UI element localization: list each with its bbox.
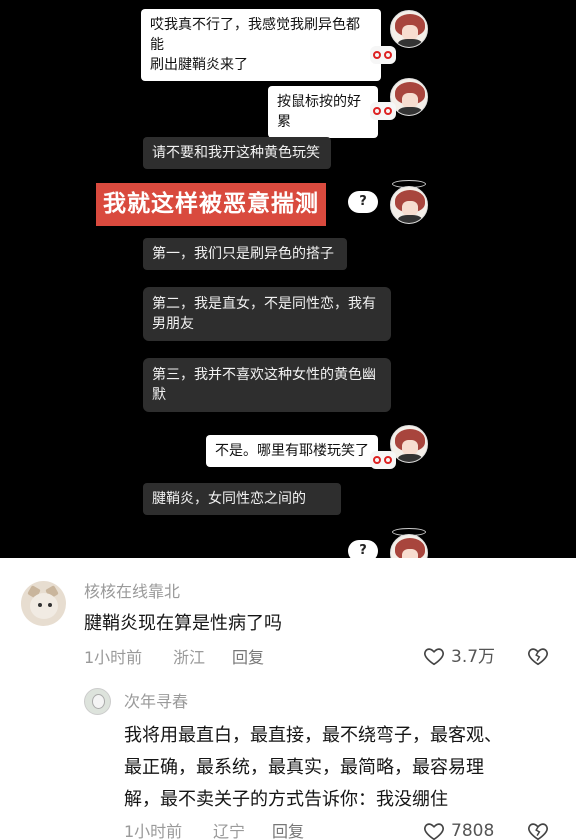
comment-text[interactable]: 腱鞘炎现在算是性病了吗	[84, 610, 282, 638]
chat-message-left: 第一，我们只是刷异色的搭子	[143, 238, 347, 270]
heart-outline-icon[interactable]	[423, 645, 445, 667]
message-line: 刷出腱鞘炎来了	[150, 57, 248, 73]
comment-text[interactable]: 我将用最直白，最直接，最不绕弯子，最客观、	[124, 722, 502, 750]
comment-location: 辽宁	[213, 822, 246, 840]
red-caption-banner: 我就这样被恶意揣测	[96, 183, 326, 226]
like-count: 3.7万	[451, 647, 496, 667]
message-line: 按鼠标按的好累	[277, 94, 361, 130]
broken-heart-icon[interactable]	[527, 820, 549, 840]
message-line: 默	[152, 387, 166, 403]
glasses-sticker-icon	[370, 451, 396, 469]
reply-button[interactable]: 回复	[272, 822, 304, 840]
message-line: 第三，我并不喜欢这种女性的黄色幽	[152, 367, 376, 383]
comment-text[interactable]: 最正确，最系统，最真实，最简略，最容易理	[124, 754, 484, 782]
comment-location: 浙江	[173, 648, 206, 667]
message-line: 腱鞘炎，女同性恋之间的	[152, 491, 306, 507]
glasses-sticker-icon	[370, 102, 396, 120]
heart-outline-icon[interactable]	[423, 820, 445, 840]
message-line: 哎我真不行了，我感觉我刷异色都能	[150, 17, 360, 53]
chat-message-right: 不是。哪里有耶楼玩笑了	[206, 435, 378, 467]
comment-username[interactable]: 核核在线靠北	[84, 582, 180, 602]
comment-time: 1小时前	[84, 648, 143, 667]
glasses-sticker-icon	[370, 46, 396, 64]
comment-time: 1小时前	[124, 822, 183, 840]
sender-avatar	[390, 10, 428, 48]
question-bubble-icon: ?	[348, 191, 378, 213]
message-line: 第二，我是直女，不是同性恋，我有	[152, 296, 376, 312]
question-bubble-icon: ?	[348, 540, 378, 558]
like-count: 7808	[451, 821, 495, 840]
chat-message-left: 请不要和我开这种黄色玩笑	[143, 137, 331, 169]
message-line: 请不要和我开这种黄色玩笑	[152, 145, 320, 161]
comment-username[interactable]: 次年寻春	[124, 692, 188, 712]
chat-message-left: 第二，我是直女，不是同性恋，我有 男朋友	[143, 287, 391, 341]
sender-avatar	[390, 534, 428, 558]
commenter-avatar[interactable]	[84, 688, 111, 715]
message-line: 第一，我们只是刷异色的搭子	[152, 246, 334, 262]
chat-screenshot: 哎我真不行了，我感觉我刷异色都能 刷出腱鞘炎来了 按鼠标按的好累 请不要和我开这…	[0, 0, 576, 558]
message-line: 男朋友	[152, 316, 194, 332]
comment-text[interactable]: 解，最不卖关子的方式告诉你：我没绷住	[124, 786, 448, 814]
chat-message-left: 第三，我并不喜欢这种女性的黄色幽 默	[143, 358, 391, 412]
reply-button[interactable]: 回复	[232, 648, 264, 668]
chat-message-right: 按鼠标按的好累	[268, 86, 378, 138]
sender-avatar	[390, 186, 428, 224]
chat-message-left: 腱鞘炎，女同性恋之间的	[143, 483, 341, 515]
commenter-avatar[interactable]	[21, 581, 66, 626]
message-line: 不是。哪里有耶楼玩笑了	[215, 443, 369, 459]
chat-message-right: 哎我真不行了，我感觉我刷异色都能 刷出腱鞘炎来了	[141, 9, 381, 81]
broken-heart-icon[interactable]	[527, 645, 549, 667]
